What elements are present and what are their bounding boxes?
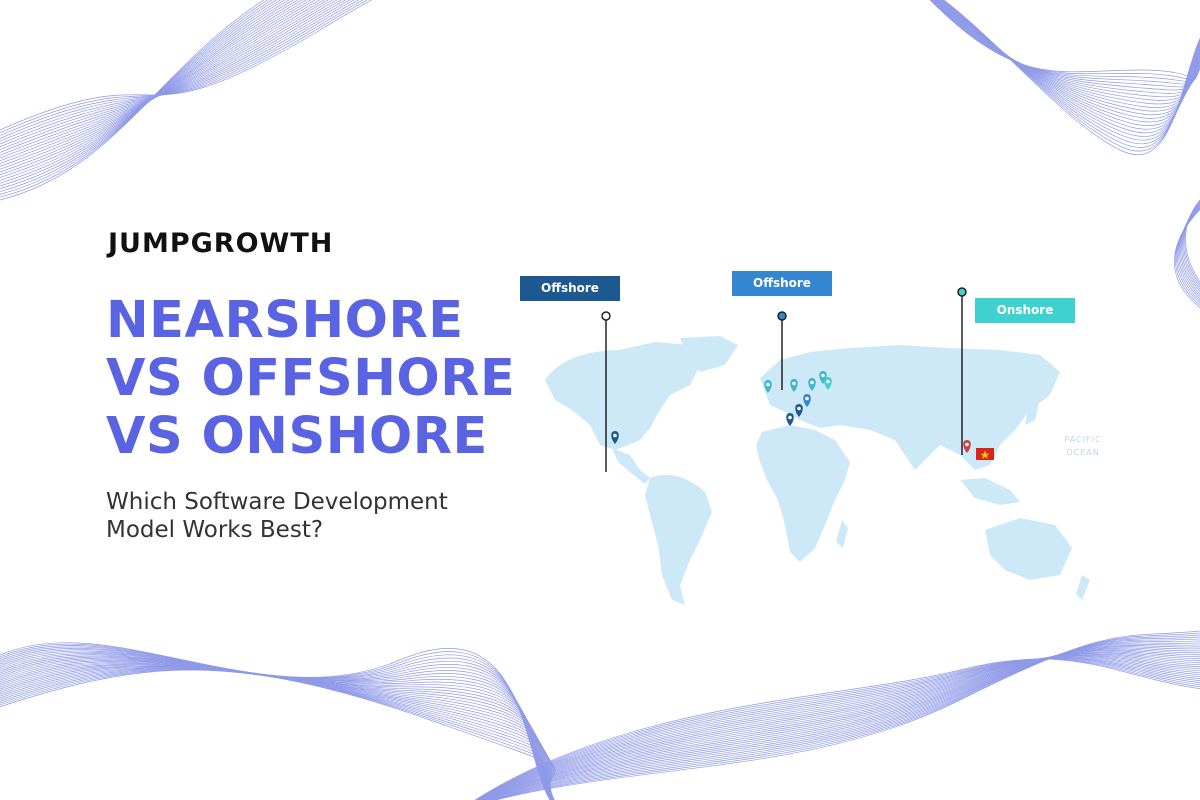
pin-europe-4-center: [821, 373, 825, 378]
pin-europe-1-center: [766, 382, 770, 387]
pin-europe-3-center: [810, 380, 814, 385]
vietnam-flag-icon: [976, 448, 994, 460]
pin-europe-5-center: [826, 379, 830, 384]
banner: ATLANTIC OCEAN PACIFIC OCEAN PACIFIC OCE…: [0, 0, 1200, 800]
ocean-label-pacific-east: PACIFIC: [1064, 435, 1101, 444]
pin-europe-7-center: [797, 406, 801, 411]
pin-europe-2-center: [792, 381, 796, 386]
new-zealand: [1076, 575, 1090, 600]
headline-line-2: VS OFFSHORE: [106, 349, 516, 408]
north-america: [545, 342, 700, 450]
svg-text:OCEAN: OCEAN: [693, 439, 726, 448]
pin-europe-8-icon: [786, 413, 794, 426]
ocean-label-indian: INDIAN: [901, 518, 935, 527]
offshore-tag-europe: Offshore: [732, 271, 832, 296]
australia: [985, 518, 1072, 580]
subtitle-line-1: Which Software Development: [106, 489, 448, 515]
africa: [756, 425, 850, 562]
headline-line-1: NEARSHORE: [106, 291, 464, 350]
pin-americas-center: [613, 433, 617, 438]
south-america: [645, 474, 712, 605]
pin-europe-8-center: [788, 415, 792, 420]
offshore-tag-americas: Offshore: [520, 276, 620, 301]
map-land: [545, 336, 1090, 605]
connector-dot-3: [957, 287, 967, 297]
svg-text:OCEAN: OCEAN: [565, 493, 598, 502]
central-america: [612, 448, 650, 484]
headline-line-3: VS ONSHORE: [106, 407, 488, 466]
ocean-label-pacific-west: PACIFIC: [563, 483, 600, 492]
connector-dot-2: [777, 311, 787, 321]
ocean-label-atlantic: ATLANTIC: [687, 429, 734, 438]
pin-vietnam-center: [965, 442, 969, 447]
connector-dot-1: [601, 311, 611, 321]
southeast-asia: [960, 478, 1020, 505]
pin-europe-6-center: [805, 396, 809, 401]
svg-text:OCEAN: OCEAN: [901, 530, 934, 539]
subtitle: Which Software Development Model Works B…: [106, 488, 448, 544]
headline: NEARSHORE VS OFFSHORE VS ONSHORE: [106, 292, 515, 466]
jumpgrowth-logo: JUMPGROWTH: [108, 228, 333, 259]
logo-text: JUMPGROWTH: [108, 228, 334, 259]
subtitle-line-2: Model Works Best?: [106, 517, 324, 543]
madagascar: [836, 520, 848, 548]
svg-text:OCEAN: OCEAN: [1066, 448, 1099, 457]
onshore-tag-asia: Onshore: [975, 298, 1075, 323]
